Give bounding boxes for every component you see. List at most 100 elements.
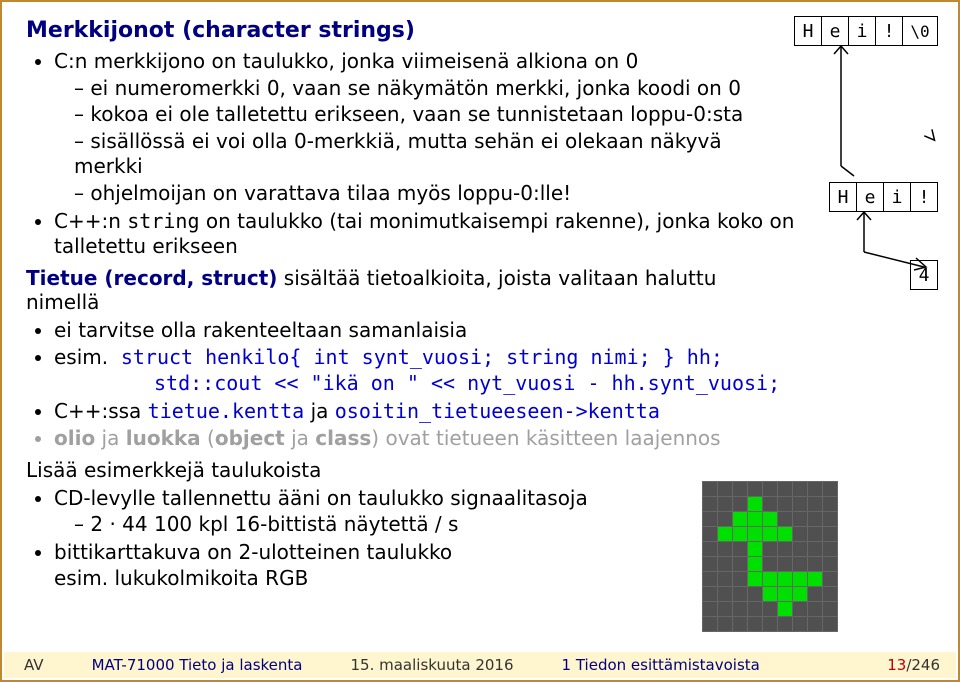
bitmap-pixel bbox=[763, 602, 778, 617]
bitmap-pixel bbox=[703, 527, 718, 542]
bitmap-pixel bbox=[733, 482, 748, 497]
bitmap-pixel bbox=[718, 527, 733, 542]
bitmap-pixel bbox=[748, 617, 763, 632]
bitmap-pixel bbox=[748, 587, 763, 602]
bitmap-pixel bbox=[718, 542, 733, 557]
bitmap-pixel bbox=[748, 542, 763, 557]
bitmap-pixel bbox=[793, 542, 808, 557]
bullet-bitmap: bittikarttakuva on 2-ulotteinen taulukko… bbox=[54, 540, 454, 591]
sub-cd-rate: 2 · 44 100 kpl 16-bittistä näytettä / s bbox=[74, 512, 796, 538]
footer-page: 13/246 bbox=[887, 656, 940, 674]
bitmap-pixel bbox=[748, 602, 763, 617]
bitmap-pixel bbox=[763, 512, 778, 527]
bitmap-grid bbox=[702, 481, 838, 632]
bitmap-pixel bbox=[793, 572, 808, 587]
bitmap-pixel bbox=[733, 497, 748, 512]
cstring-cell: ! bbox=[875, 16, 903, 46]
cstring-box-row: Hei!\0 bbox=[795, 16, 938, 46]
footer-author: AV bbox=[24, 656, 44, 674]
bitmap-pixel bbox=[778, 542, 793, 557]
bitmap-pixel bbox=[718, 557, 733, 572]
bitmap-pixel bbox=[778, 482, 793, 497]
sub-zero-char: ei numeromerkki 0, vaan se näkymätön mer… bbox=[74, 76, 796, 102]
bitmap-pixel bbox=[703, 497, 718, 512]
bitmap-pixel bbox=[808, 512, 823, 527]
bitmap-pixel bbox=[778, 512, 793, 527]
cppstring-cell: e bbox=[856, 182, 884, 212]
bitmap-pixel bbox=[823, 587, 838, 602]
bitmap-pixel bbox=[763, 557, 778, 572]
bitmap-pixel bbox=[778, 527, 793, 542]
bitmap-pixel bbox=[823, 482, 838, 497]
bitmap-pixel bbox=[808, 557, 823, 572]
bitmap-pixel bbox=[778, 587, 793, 602]
bitmap-pixel bbox=[733, 557, 748, 572]
bitmap-pixel bbox=[703, 557, 718, 572]
bitmap-pixel bbox=[748, 482, 763, 497]
bullet-cd-audio: CD-levylle tallennettu ääni on taulukko … bbox=[54, 486, 796, 538]
bullet-cpp-string: C++:n string on taulukko (tai monimutkai… bbox=[54, 209, 796, 260]
bitmap-pixel bbox=[718, 512, 733, 527]
bitmap-pixel bbox=[808, 527, 823, 542]
cstring-cell: H bbox=[794, 16, 822, 46]
sublist-cd: 2 · 44 100 kpl 16-bittistä näytettä / s bbox=[54, 512, 796, 538]
sub-no-size: kokoa ei ole talletettu erikseen, vaan s… bbox=[74, 102, 796, 128]
list-strings: C:n merkkijono on taulukko, jonka viimei… bbox=[26, 49, 796, 260]
bitmap-pixel bbox=[778, 572, 793, 587]
list-more-arrays: CD-levylle tallennettu ääni on taulukko … bbox=[26, 486, 796, 591]
bitmap-pixel bbox=[793, 587, 808, 602]
bitmap-pixel bbox=[778, 557, 793, 572]
bitmap-pixel bbox=[823, 557, 838, 572]
bitmap-pixel bbox=[793, 482, 808, 497]
bitmap-pixel bbox=[748, 527, 763, 542]
cppstring-box-row: Hei! bbox=[830, 182, 938, 212]
bitmap-pixel bbox=[733, 527, 748, 542]
bitmap-pixel bbox=[808, 542, 823, 557]
bitmap-pixel bbox=[823, 542, 838, 557]
cppstring-cell: i bbox=[883, 182, 911, 212]
bitmap-pixel bbox=[733, 617, 748, 632]
cppstring-cell: H bbox=[829, 182, 857, 212]
sub-no-zero-inside: sisällössä ei voi olla 0-merkkiä, mutta … bbox=[74, 129, 796, 180]
bitmap-pixel bbox=[733, 572, 748, 587]
cppstring-cell: ! bbox=[910, 182, 938, 212]
bitmap-pixel bbox=[733, 512, 748, 527]
cstring-cell: e bbox=[821, 16, 849, 46]
bitmap-pixel bbox=[733, 542, 748, 557]
sublist-c-string: ei numeromerkki 0, vaan se näkymätön mer… bbox=[54, 76, 796, 207]
cstring-cell: i bbox=[848, 16, 876, 46]
bitmap-pixel bbox=[703, 482, 718, 497]
cstring-cell: \0 bbox=[902, 16, 938, 46]
bitmap-pixel bbox=[718, 572, 733, 587]
bitmap-pixel bbox=[748, 497, 763, 512]
bitmap-pixel bbox=[733, 587, 748, 602]
bitmap-pixel bbox=[718, 587, 733, 602]
footer-section: 1 Tiedon esittämistavoista bbox=[562, 656, 760, 674]
bitmap-pixel bbox=[748, 572, 763, 587]
bitmap-pixel bbox=[793, 527, 808, 542]
bullet-struct-hetero: ei tarvitse olla rakenteeltaan samanlais… bbox=[54, 318, 796, 344]
bitmap-pixel bbox=[748, 557, 763, 572]
bullet-cpp-access: C++:ssa tietue.kentta ja osoitin_tietuee… bbox=[54, 399, 796, 425]
footer-course: MAT-71000 Tieto ja laskenta bbox=[92, 656, 303, 674]
bitmap-pixel bbox=[718, 497, 733, 512]
bitmap-pixel bbox=[763, 617, 778, 632]
bitmap-pixel bbox=[778, 617, 793, 632]
bitmap-pixel bbox=[703, 602, 718, 617]
bitmap-pixel bbox=[778, 602, 793, 617]
bitmap-pixel bbox=[793, 602, 808, 617]
bitmap-pixel bbox=[808, 587, 823, 602]
bitmap-pixel bbox=[703, 587, 718, 602]
bitmap-pixel bbox=[703, 617, 718, 632]
bitmap-pixel bbox=[793, 497, 808, 512]
bitmap-pixel bbox=[718, 617, 733, 632]
bitmap-pixel bbox=[703, 572, 718, 587]
bitmap-pixel bbox=[823, 497, 838, 512]
bitmap-pixel bbox=[808, 602, 823, 617]
bitmap-pixel bbox=[703, 512, 718, 527]
bullet-c-string: C:n merkkijono on taulukko, jonka viimei… bbox=[54, 49, 796, 207]
slide-body: Merkkijonot (character strings) C:n merk… bbox=[26, 18, 796, 591]
bitmap-pixel bbox=[793, 512, 808, 527]
bitmap-pixel bbox=[718, 482, 733, 497]
sub-reserve-zero: ohjelmoijan on varattava tilaa myös lopp… bbox=[74, 181, 796, 207]
